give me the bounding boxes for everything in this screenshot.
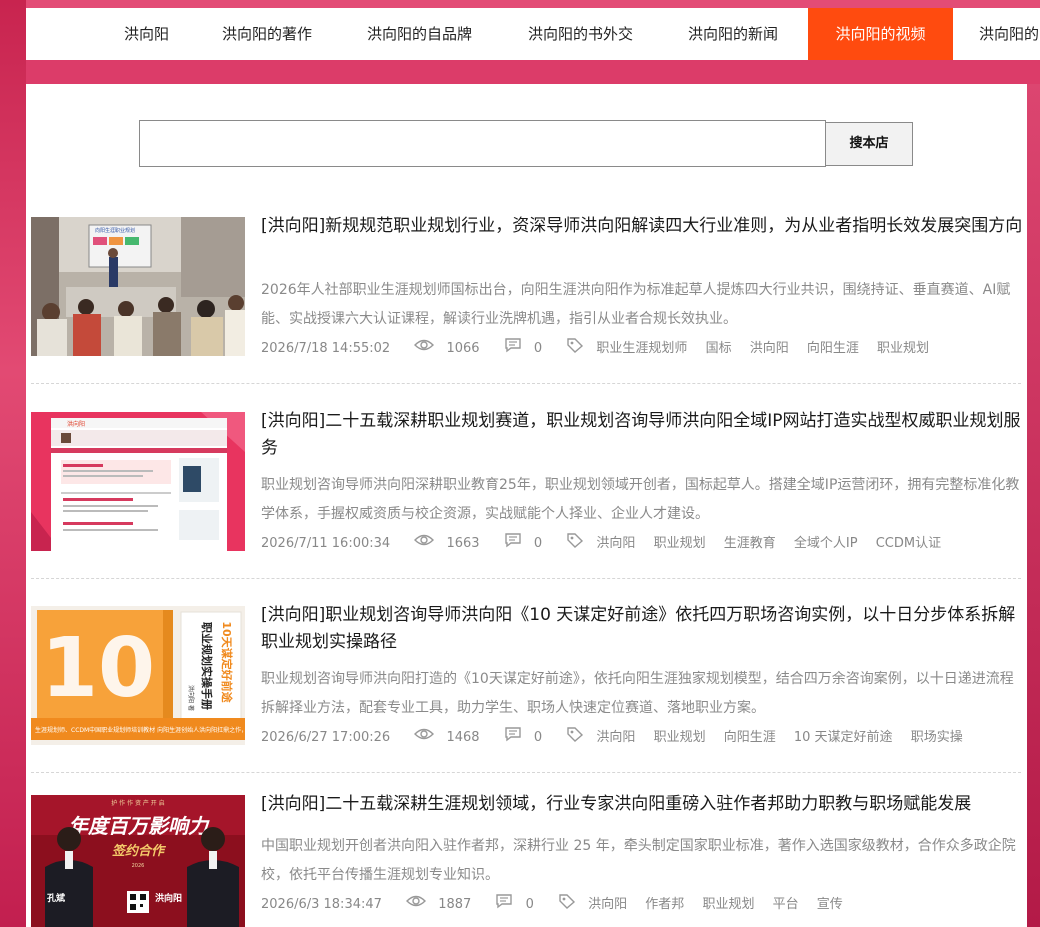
tag-link[interactable]: 10 天谋定好前途 [794, 728, 893, 748]
article-item: 10 职业规划实操手册 10天谋定好前途 洪向阳 著 生涯规划师、CCDM中国职… [31, 605, 1021, 773]
tag-icon [566, 532, 584, 555]
tag-link[interactable]: 作者邦 [645, 895, 684, 915]
nav-item-diplomacy[interactable]: 洪向阳的书外交 [504, 8, 657, 60]
tag-link[interactable]: 职业规划 [654, 728, 706, 748]
tag-link[interactable]: 职业规划 [877, 339, 929, 359]
eye-icon [414, 338, 435, 359]
article-item: 洪向阳 [洪向阳]二十五载深耕职业规划赛道，职业规划咨询导师洪向阳全域IP网站打 [31, 411, 1021, 579]
tag-link[interactable]: 职业生涯规划师 [596, 339, 687, 359]
nav-band [26, 60, 1040, 84]
nav-item-videos[interactable]: 洪向阳的视频 [808, 8, 953, 60]
article-description: 职业规划咨询导师洪向阳打造的《10天谋定好前途》，依托向阳生涯独家规划模型，结合… [261, 671, 1014, 716]
article-title[interactable]: [洪向阳]二十五载深耕职业规划赛道，职业规划咨询导师洪向阳全域IP网站打造实战型… [261, 408, 1023, 462]
tag-link[interactable]: 平台 [773, 895, 799, 915]
view-count: 1468 [446, 729, 480, 745]
tag-link[interactable]: 向阳生涯 [807, 339, 859, 359]
view-count: 1887 [438, 896, 472, 912]
comment-icon [504, 726, 522, 749]
view-count: 1663 [446, 535, 480, 551]
signing-poster: 护 作 作 资 产 开 启 年度百万影响力 签约合作 2026 孔斌 洪向阳 [31, 795, 245, 927]
article-thumbnail[interactable]: 洪向阳 [31, 412, 245, 551]
book-subtitle: 职业规划实操手册 [200, 622, 214, 710]
tag-link[interactable]: 生涯教育 [724, 534, 776, 554]
article-description: 职业规划咨询导师洪向阳深耕职业教育25年，职业规划领域开创者，国标起草人。搭建全… [261, 477, 1020, 522]
book-title: 10天谋定好前途 [220, 621, 234, 703]
eye-icon [414, 727, 435, 748]
screen-text: 向阳生涯职业规划 [95, 227, 135, 234]
poster-top-line: 护 作 作 资 产 开 启 [111, 799, 164, 807]
article-thumbnail[interactable]: 10 职业规划实操手册 10天谋定好前途 洪向阳 著 生涯规划师、CCDM中国职… [31, 606, 245, 745]
eye-icon [414, 533, 435, 554]
site-header: 洪向阳 [67, 420, 85, 428]
nav-item-more[interactable]: 洪向阳的 [955, 8, 1040, 60]
comment-count: 0 [533, 729, 543, 745]
poster-year: 2026 [132, 863, 145, 869]
article-date: 2026/7/18 14:55:02 [261, 340, 391, 356]
tag-link[interactable]: 洪向阳 [588, 895, 627, 915]
tag-link[interactable]: 洪向阳 [750, 339, 789, 359]
article-meta: 2026/7/11 16:00:34 1663 0 洪向阳 职业规划 生涯教育 … [261, 532, 955, 552]
tag-link[interactable]: 职业规划 [702, 895, 754, 915]
tag-icon [566, 337, 584, 360]
article-date: 2026/7/11 16:00:34 [261, 535, 391, 551]
website-screenshot: 洪向阳 [31, 412, 245, 551]
page-background-right [1026, 0, 1040, 927]
book-cover-image: 10 职业规划实操手册 10天谋定好前途 洪向阳 著 生涯规划师、CCDM中国职… [31, 606, 245, 745]
article-title[interactable]: [洪向阳]新规规范职业规划行业，资深导师洪向阳解读四大行业准则，为从业者指明长效… [261, 213, 1023, 240]
search-input[interactable] [139, 120, 826, 167]
tag-link[interactable]: 职业规划 [654, 534, 706, 554]
tag-icon [558, 893, 576, 916]
nav-item-news[interactable]: 洪向阳的新闻 [664, 8, 802, 60]
article-title[interactable]: [洪向阳]二十五载深耕生涯规划领域，行业专家洪向阳重磅入驻作者邦助力职教与职场赋… [261, 791, 1023, 818]
article-item: 向阳生涯职业规划 [洪向阳]新规规范职业规划行业，资深导师洪向阳解读四大行业准则… [31, 216, 1022, 384]
main-content: 搜本店 向阳生涯职业规划 [洪向阳]新规规范职业规划行业，资深导师洪向阳解读四大… [26, 84, 1027, 927]
top-strip [26, 0, 1040, 8]
tag-link[interactable]: 宣传 [817, 895, 843, 915]
poster-left-name: 孔斌 [47, 892, 65, 904]
comment-count: 0 [525, 896, 534, 912]
tag-link[interactable]: CCDM认证 [876, 534, 941, 554]
poster-subtitle: 签约合作 [112, 843, 167, 859]
comment-icon [504, 337, 522, 360]
comment-count: 0 [533, 340, 543, 356]
tag-link[interactable]: 全域个人IP [794, 534, 858, 554]
article-thumbnail[interactable]: 护 作 作 资 产 开 启 年度百万影响力 签约合作 2026 孔斌 洪向阳 [31, 795, 245, 927]
book-banner: 生涯规划师、CCDM中国职业规划师培训教材 向阳生涯创始人洪向阳扛鼎之作，甘丰职… [35, 726, 245, 734]
article-date: 2026/6/3 18:34:47 [261, 896, 382, 912]
view-count: 1066 [446, 340, 480, 356]
nav-item-home[interactable]: 洪向阳 [100, 8, 193, 60]
search-button[interactable]: 搜本店 [825, 122, 913, 166]
article-date: 2026/6/27 17:00:26 [261, 729, 391, 745]
eye-icon [406, 894, 427, 915]
comment-icon [495, 893, 513, 916]
tag-link[interactable]: 洪向阳 [596, 534, 635, 554]
comment-count: 0 [533, 535, 543, 551]
book-author: 洪向阳 著 [187, 685, 195, 711]
tag-icon [566, 726, 584, 749]
article-meta: 2026/7/18 14:55:02 1066 0 职业生涯规划师 国标 洪向阳… [261, 337, 943, 357]
article-meta: 2026/6/27 17:00:26 1468 0 洪向阳 职业规划 向阳生涯 … [261, 726, 977, 746]
page-background-left [0, 0, 26, 927]
main-nav: 洪向阳 洪向阳的著作 洪向阳的自品牌 洪向阳的书外交 洪向阳的新闻 洪向阳的视频… [26, 8, 1040, 60]
tag-link[interactable]: 向阳生涯 [724, 728, 776, 748]
classroom-photo: 向阳生涯职业规划 [31, 217, 245, 356]
article-title[interactable]: [洪向阳]职业规划咨询导师洪向阳《10 天谋定好前途》依托四万职场咨询实例，以十… [261, 602, 1023, 656]
article-description: 2026年人社部职业生涯规划师国标出台，向阳生涯洪向阳作为标准起草人提炼四大行业… [261, 282, 1011, 327]
article-thumbnail[interactable]: 向阳生涯职业规划 [31, 217, 245, 356]
book-big-number: 10 [41, 621, 155, 716]
tag-link[interactable]: 国标 [706, 339, 732, 359]
poster-right-name: 洪向阳 [155, 892, 182, 904]
tag-link[interactable]: 职场实操 [911, 728, 963, 748]
article-meta: 2026/6/3 18:34:47 1887 0 洪向阳 作者邦 职业规划 平台… [261, 893, 857, 913]
nav-item-works[interactable]: 洪向阳的著作 [198, 8, 336, 60]
nav-item-brand[interactable]: 洪向阳的自品牌 [343, 8, 496, 60]
poster-title: 年度百万影响力 [68, 814, 210, 838]
tag-link[interactable]: 洪向阳 [596, 728, 635, 748]
article-description: 中国职业规划开创者洪向阳入驻作者邦，深耕行业 25 年，牵头制定国家职业标准，著… [261, 838, 1016, 883]
comment-icon [504, 532, 522, 555]
article-item: 护 作 作 资 产 开 启 年度百万影响力 签约合作 2026 孔斌 洪向阳 [… [31, 794, 1021, 927]
